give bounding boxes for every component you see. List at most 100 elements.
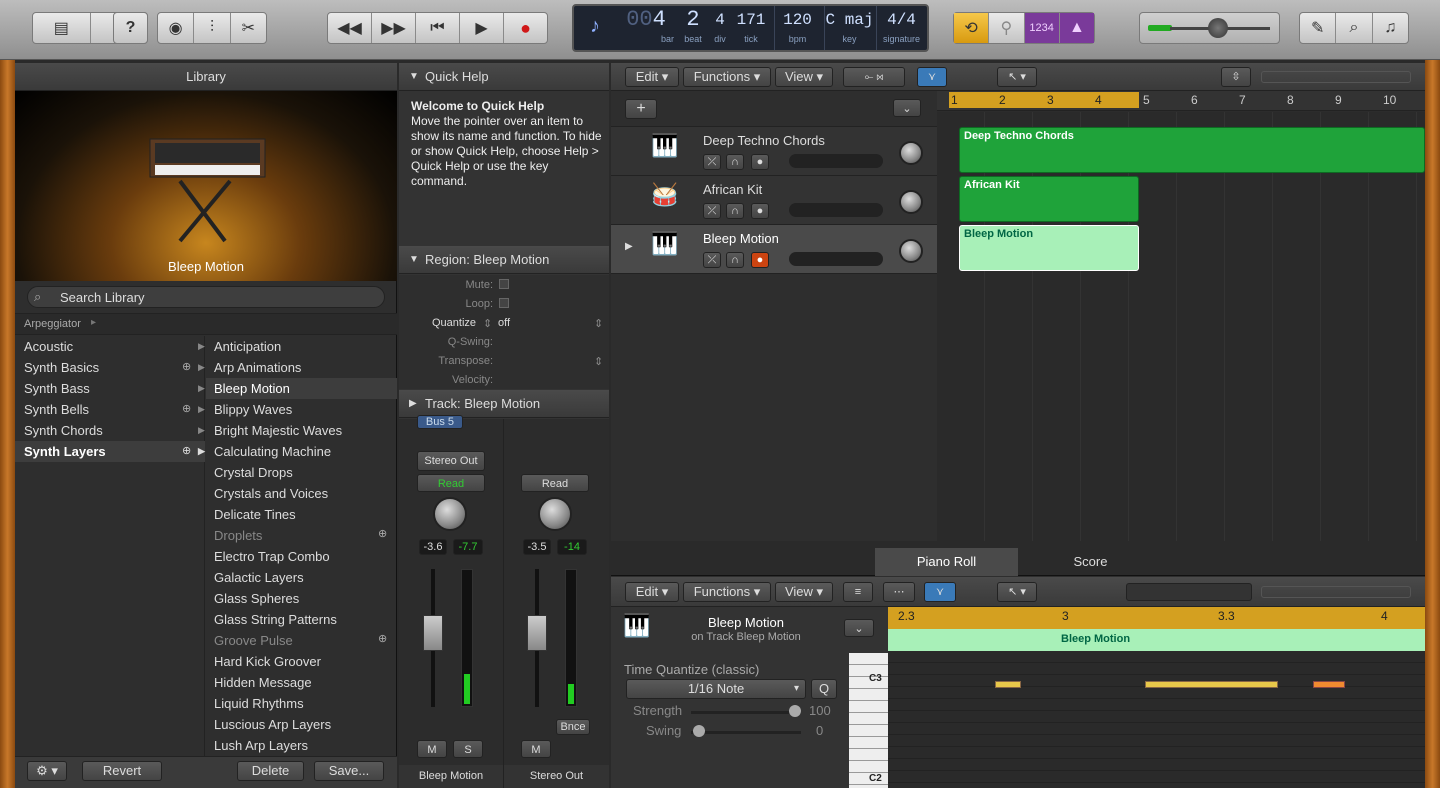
pointer-tool-menu[interactable]: ↖ ▾ (997, 67, 1037, 87)
tab-piano-roll[interactable]: Piano Roll (875, 548, 1018, 576)
editor-field[interactable] (1126, 583, 1252, 601)
catch-button[interactable]: ⋎ (917, 67, 947, 87)
disclosure-right-icon[interactable]: ▶ (625, 241, 633, 252)
cycle-region[interactable] (949, 92, 1139, 108)
library-button[interactable]: ▤ (33, 13, 91, 43)
automation-mode-ch1[interactable]: Read (417, 474, 485, 492)
breadcrumb-item[interactable]: Arpeggiator (24, 318, 81, 330)
editor-functions-menu[interactable]: Functions ▾ (683, 582, 771, 602)
automation-buttons[interactable]: ⟜ ⋈ (843, 67, 905, 87)
patch-item[interactable]: Anticipation (214, 336, 396, 357)
zoom-sliders[interactable] (1261, 71, 1411, 83)
patch-item[interactable]: Bright Majestic Waves (214, 420, 396, 441)
track-volume-slider[interactable] (789, 203, 883, 217)
patch-item[interactable]: Droplets (214, 525, 396, 546)
strength-slider-knob[interactable] (789, 705, 801, 717)
patch-item[interactable]: Groove Pulse (214, 630, 396, 651)
patch-item[interactable]: Glass Spheres (214, 588, 396, 609)
record-enable-button[interactable]: ● (751, 154, 769, 170)
track-row-selected[interactable]: ▶ 🎹 Bleep Motion ⤫ ∩ ● (611, 225, 937, 274)
patch-item[interactable]: Calculating Machine (214, 441, 396, 462)
quick-help-button[interactable]: ? (113, 12, 148, 44)
patch-item-selected[interactable]: Bleep Motion (206, 378, 397, 399)
save-button[interactable]: Save... (314, 761, 384, 781)
revert-button[interactable]: Revert (82, 761, 162, 781)
track-row[interactable]: 🥁 African Kit ⤫ ∩ ● (611, 176, 937, 225)
ruler[interactable]: 1 2 3 4 5 6 7 8 9 10 (937, 91, 1425, 111)
tuner-button[interactable]: ⚲ (989, 13, 1025, 43)
functions-menu[interactable]: Functions ▾ (683, 67, 771, 87)
patch-item[interactable]: Crystal Drops (214, 462, 396, 483)
solo-track-button[interactable]: ∩ (726, 154, 744, 170)
lcd-display[interactable]: ♪ 004 bar 2 beat 4 div 171 tick 120 bpm C maj… (572, 4, 929, 52)
fit-button[interactable]: ⇳ (1221, 67, 1251, 87)
go-to-start-button[interactable]: ⏮ (416, 13, 460, 43)
note-grid[interactable] (888, 651, 1425, 788)
quick-help-header[interactable]: ▼ Quick Help (399, 63, 609, 91)
search-library-field[interactable]: ⌕ Search Library (27, 286, 385, 308)
editor-zoom-sliders[interactable] (1261, 586, 1411, 598)
quantize-q-button[interactable]: Q (811, 679, 837, 699)
smart-controls-button[interactable]: ◉ (158, 13, 195, 43)
edit-menu[interactable]: Edit ▾ (625, 67, 679, 87)
patch-item[interactable]: Hidden Message (214, 672, 396, 693)
midi-note[interactable] (1145, 681, 1278, 688)
time-quantize-select[interactable]: 1/16 Note ▾ (626, 679, 806, 699)
quantize-value[interactable]: off (498, 317, 510, 329)
patch-item[interactable]: Glass String Patterns (214, 609, 396, 630)
collapse-button[interactable]: ⋯ (883, 582, 915, 602)
forward-button[interactable]: ▶▶ (372, 13, 416, 43)
fader-cap-ch2[interactable] (527, 615, 547, 651)
mute-track-button[interactable]: ⤫ (703, 203, 721, 219)
track-pan-knob[interactable] (899, 190, 923, 214)
patch-item[interactable]: Crystals and Voices (214, 483, 396, 504)
swing-slider-knob[interactable] (693, 725, 705, 737)
editor-menu-button[interactable]: ⌄ (844, 619, 874, 637)
strength-slider[interactable] (691, 711, 801, 714)
mute-checkbox[interactable] (499, 279, 509, 289)
output-slot[interactable]: Stereo Out (417, 451, 485, 471)
record-enable-button[interactable]: ● (751, 203, 769, 219)
volume-slider-knob[interactable] (1208, 18, 1228, 38)
region-header[interactable]: ▼ Region: Bleep Motion (399, 246, 609, 274)
loop-checkbox[interactable] (499, 298, 509, 308)
region-deep-techno-chords[interactable]: Deep Techno Chords (959, 127, 1425, 173)
metronome-button[interactable]: ▲ (1059, 13, 1094, 43)
track-name[interactable]: Deep Techno Chords (703, 133, 825, 148)
solo-track-button[interactable]: ∩ (726, 203, 744, 219)
count-in-button[interactable]: 1234 (1024, 13, 1060, 43)
patch-item[interactable]: Luscious Arp Layers (214, 714, 396, 735)
record-button[interactable]: ● (504, 13, 547, 43)
editor-catch-button[interactable]: ⋎ (924, 582, 956, 602)
record-enable-button[interactable]: ● (751, 252, 769, 268)
midi-note[interactable] (995, 681, 1021, 688)
patch-item[interactable]: Hard Kick Groover (214, 651, 396, 672)
volume-readout-ch2[interactable]: -3.5 (523, 539, 551, 555)
midi-draw-button[interactable]: ≡ (843, 582, 873, 602)
notepad-button[interactable]: ✎ (1300, 13, 1337, 43)
mute-button-ch2[interactable]: M (521, 740, 551, 758)
track-pan-knob[interactable] (899, 141, 923, 165)
patch-item[interactable]: Galactic Layers (214, 567, 396, 588)
pan-knob-ch1[interactable] (433, 497, 467, 531)
mute-button-ch1[interactable]: M (417, 740, 447, 758)
fader-cap-ch1[interactable] (423, 615, 443, 651)
add-track-button[interactable]: + (625, 99, 657, 119)
track-volume-slider[interactable] (789, 154, 883, 168)
region-african-kit[interactable]: African Kit (959, 176, 1139, 222)
master-volume[interactable] (1139, 12, 1280, 44)
bus-send[interactable]: Bus 5 (417, 415, 463, 429)
rewind-button[interactable]: ◀◀ (328, 13, 372, 43)
track-row[interactable]: 🎹 Deep Techno Chords ⤫ ∩ ● (611, 127, 937, 176)
cycle-button[interactable]: ⟲ (954, 13, 990, 43)
mixer-button[interactable]: ⫶ (194, 13, 231, 43)
volume-readout-ch1[interactable]: -3.6 (419, 539, 447, 555)
patch-item[interactable]: Arp Animations (214, 357, 396, 378)
solo-track-button[interactable]: ∩ (726, 252, 744, 268)
global-tracks-button[interactable]: ⌄ (893, 99, 921, 117)
mute-track-button[interactable]: ⤫ (703, 154, 721, 170)
solo-button-ch1[interactable]: S (453, 740, 483, 758)
editor-region-bar[interactable]: Bleep Motion (888, 629, 1425, 651)
patch-item[interactable]: Electro Trap Combo (214, 546, 396, 567)
tab-score[interactable]: Score (1019, 548, 1162, 576)
